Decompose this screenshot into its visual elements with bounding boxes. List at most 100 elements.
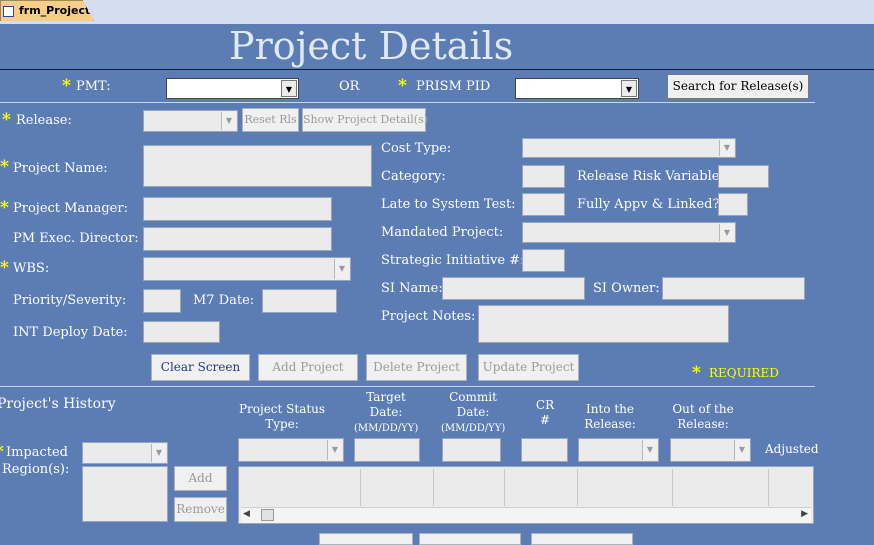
chevron-down-icon[interactable]: ▼ xyxy=(151,444,166,462)
tab-strip xyxy=(0,0,874,24)
scroll-right-icon[interactable]: ▶ xyxy=(801,509,808,519)
history-title: Project's History xyxy=(0,396,116,412)
header-line: # xyxy=(539,413,551,427)
prism-pid-label: PRISM PID xyxy=(416,79,491,94)
chevron-down-icon[interactable]: ▼ xyxy=(334,259,349,279)
out-of-release-combo[interactable]: ▼ xyxy=(670,438,751,462)
si-name-field[interactable] xyxy=(442,277,585,300)
bottom-button-1[interactable] xyxy=(319,533,413,545)
delete-project-button[interactable]: Delete Project xyxy=(366,354,467,381)
chevron-down-icon[interactable]: ▼ xyxy=(719,224,734,241)
pm-exec-director-field[interactable] xyxy=(143,227,332,251)
cr-header: CR # xyxy=(525,398,565,428)
required-star-icon: * xyxy=(398,76,407,96)
search-divider xyxy=(0,102,815,103)
status-type-header: Project Status Type: xyxy=(238,402,326,432)
grid-column-divider xyxy=(433,469,434,506)
chevron-down-icon[interactable]: ▼ xyxy=(642,440,657,460)
bottom-button-2[interactable] xyxy=(419,533,521,545)
page-title: Project Details xyxy=(229,24,514,68)
chevron-down-icon[interactable]: ▼ xyxy=(221,112,236,130)
grid-column-divider xyxy=(768,469,769,506)
chevron-down-icon[interactable]: ▼ xyxy=(281,80,297,97)
cost-type-label: Cost Type: xyxy=(381,141,452,156)
pm-exec-director-label: PM Exec. Director: xyxy=(13,231,139,246)
late-to-system-test-label: Late to System Test: xyxy=(381,197,516,212)
project-name-field[interactable] xyxy=(143,145,372,187)
int-deploy-date-label: INT Deploy Date: xyxy=(13,325,128,340)
chevron-down-icon[interactable]: ▼ xyxy=(719,140,734,156)
project-notes-field[interactable] xyxy=(478,305,729,343)
remove-region-button[interactable]: Remove xyxy=(174,497,227,522)
impacted-region-combo[interactable]: ▼ xyxy=(82,442,168,464)
pmt-combo[interactable]: ▼ xyxy=(166,78,299,99)
scroll-left-icon[interactable]: ◀ xyxy=(243,509,250,519)
commit-date-field[interactable] xyxy=(442,438,501,462)
clear-screen-button[interactable]: Clear Screen xyxy=(151,354,250,381)
or-label: OR xyxy=(339,79,360,94)
release-label: Release: xyxy=(16,113,72,128)
form-icon xyxy=(3,6,14,17)
show-project-details-button[interactable]: Show Project Detail(s) xyxy=(302,108,428,132)
history-grid[interactable]: ◀ ▶ xyxy=(238,466,814,524)
scrollbar-thumb[interactable] xyxy=(261,509,274,521)
m7-date-field[interactable] xyxy=(262,289,337,313)
label-line: Region(s): xyxy=(2,462,70,477)
cr-number-field[interactable] xyxy=(521,438,568,462)
target-date-header: Target Date: (MM/DD/YY) xyxy=(354,390,418,436)
date-format-hint: (MM/DD/YY) xyxy=(354,423,419,434)
bottom-button-3[interactable] xyxy=(531,533,633,545)
release-risk-field[interactable] xyxy=(718,165,769,188)
si-owner-label: SI Owner: xyxy=(593,281,660,296)
m7-date-label: M7 Date: xyxy=(193,293,255,308)
project-notes-label: Project Notes: xyxy=(381,309,476,324)
header-line: Project Status xyxy=(238,402,326,416)
project-name-label: Project Name: xyxy=(13,161,108,176)
header-line: Into the xyxy=(586,402,634,416)
required-star-icon: * xyxy=(692,363,701,383)
late-to-system-test-field[interactable] xyxy=(522,193,565,216)
search-releases-button[interactable]: Search for Release(s) xyxy=(667,74,809,99)
priority-severity-field[interactable] xyxy=(143,289,181,313)
category-label: Category: xyxy=(381,169,446,184)
add-region-button[interactable]: Add xyxy=(174,466,227,491)
header-line: Target xyxy=(366,390,406,404)
required-star-icon: * xyxy=(0,198,9,218)
project-manager-field[interactable] xyxy=(143,197,332,221)
actions-divider xyxy=(0,386,815,387)
adjusted-header: Adjusted xyxy=(765,442,819,456)
int-deploy-date-field[interactable] xyxy=(143,321,220,343)
mandated-project-combo[interactable]: ▼ xyxy=(522,222,736,243)
label-line: Impacted xyxy=(5,445,68,460)
date-format-hint: (MM/DD/YY) xyxy=(441,423,506,434)
category-field[interactable] xyxy=(522,165,565,188)
into-release-combo[interactable]: ▼ xyxy=(578,438,659,462)
chevron-down-icon[interactable]: ▼ xyxy=(621,80,637,97)
tab-frm-projects[interactable]: frm_Projects xyxy=(0,0,94,21)
strategic-initiative-field[interactable] xyxy=(522,249,565,272)
release-combo[interactable]: ▼ xyxy=(143,110,238,132)
wbs-combo[interactable]: ▼ xyxy=(143,257,351,281)
cost-type-combo[interactable]: ▼ xyxy=(522,138,736,158)
add-project-button[interactable]: Add Project xyxy=(258,354,358,381)
fully-appv-linked-field[interactable] xyxy=(718,193,748,216)
required-star-icon: * xyxy=(2,110,11,130)
update-project-button[interactable]: Update Project xyxy=(478,354,579,381)
fully-appv-linked-label: Fully Appv & Linked? xyxy=(577,197,720,212)
wbs-label: WBS: xyxy=(13,261,50,276)
header-line: Release: xyxy=(677,417,729,431)
prism-pid-combo[interactable]: ▼ xyxy=(515,78,639,99)
chevron-down-icon[interactable]: ▼ xyxy=(327,440,342,460)
status-type-combo[interactable]: ▼ xyxy=(238,438,344,462)
impacted-regions-list[interactable] xyxy=(82,466,168,522)
out-of-release-header: Out of the Release: xyxy=(668,402,738,432)
chevron-down-icon[interactable]: ▼ xyxy=(734,440,749,460)
header-line: Date: xyxy=(456,405,490,419)
target-date-field[interactable] xyxy=(354,438,420,462)
reset-release-button[interactable]: Reset Rls xyxy=(242,108,299,132)
header-line: Commit xyxy=(449,390,497,404)
header-line: CR xyxy=(535,398,555,412)
si-owner-field[interactable] xyxy=(662,277,805,300)
horizontal-scrollbar[interactable]: ◀ ▶ xyxy=(241,507,811,523)
grid-column-divider xyxy=(672,469,673,506)
